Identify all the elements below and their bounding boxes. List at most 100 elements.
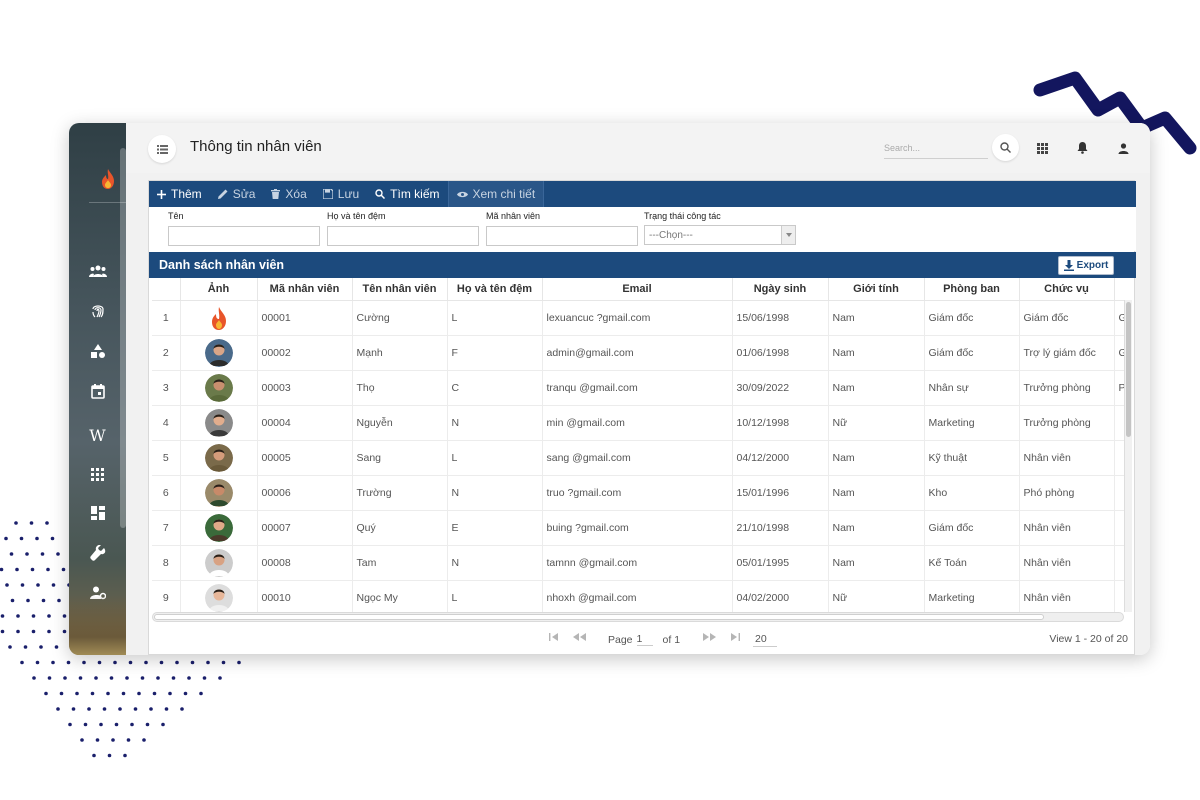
overflow-cell [1114, 405, 1124, 441]
sidebar-item-shapes[interactable] [69, 336, 126, 366]
table-row[interactable]: 6 00006 Trường Ntruo ?gmail.com 15/01/1996 Na… [152, 475, 1124, 511]
table-row[interactable]: 2 00002 Mạnh Fadmin@gmail.com 01/06/1998 Nam G… [152, 335, 1124, 371]
bell-icon [1077, 142, 1087, 154]
column-header[interactable]: Email [542, 278, 733, 301]
last-name-field[interactable] [327, 225, 479, 246]
page-number-input[interactable] [636, 633, 653, 646]
birth-date-cell: 10/12/1998 [732, 405, 829, 441]
table-header-row: Ảnh Mã nhân viên Tên nhân viên Họ và tên đệ… [152, 278, 1124, 301]
shapes-icon [90, 344, 105, 358]
department-cell: Giám đốc [924, 300, 1020, 336]
employee-photo [204, 513, 233, 542]
position-cell: Nhân viên [1019, 580, 1115, 612]
column-header[interactable]: Chức vụ [1019, 278, 1115, 301]
employee-name-cell: Mạnh [352, 335, 448, 371]
table-horizontal-scrollbar[interactable] [152, 612, 1124, 622]
edit-label: Sửa [232, 187, 256, 201]
export-button[interactable]: Export [1058, 256, 1114, 275]
search-input[interactable] [884, 137, 988, 159]
column-header[interactable]: Ngày sinh [732, 278, 829, 301]
rows-per-page[interactable]: 20 [753, 633, 777, 647]
next-page-button[interactable] [703, 633, 716, 641]
table-vertical-scrollbar[interactable] [1124, 300, 1132, 612]
column-header[interactable]: Tên nhân viên [352, 278, 448, 301]
filter-status: Trạng thái công tác ---Chọn--- [644, 211, 796, 245]
search-toolbar-button[interactable]: Tìm kiếm [367, 181, 447, 207]
search-label: Tìm kiếm [390, 187, 440, 201]
chevron-down-icon [785, 233, 792, 237]
apps-grid-button[interactable] [1032, 138, 1052, 158]
gender-cell: Nam [828, 440, 925, 476]
view-detail-button[interactable]: Xem chi tiết [447, 181, 545, 207]
employee-photo [204, 408, 233, 437]
sidebar-item-calendar[interactable] [69, 376, 126, 406]
search-button[interactable] [992, 134, 1019, 161]
column-header[interactable]: Họ và tên đệm [447, 278, 543, 301]
middle-name-cell: E [447, 510, 543, 546]
sidebar-item-apps[interactable] [69, 459, 126, 489]
dropdown-arrow [781, 226, 795, 244]
filter-employee-id: Mã nhân viên [486, 211, 638, 246]
vertical-scroll-thumb[interactable] [1126, 302, 1131, 437]
first-page-icon [549, 633, 558, 641]
top-bar: Thông tin nhân viên [126, 123, 1150, 173]
save-button[interactable]: Lưu [315, 181, 367, 207]
email-cell: tranqu @gmail.com [542, 370, 733, 406]
column-header[interactable]: Mã nhân viên [257, 278, 353, 301]
app-logo[interactable] [89, 155, 126, 203]
company-logo-icon [211, 306, 226, 330]
employee-name-cell: Quý [352, 510, 448, 546]
horizontal-scroll-thumb[interactable] [154, 614, 1044, 620]
previous-page-button[interactable] [573, 633, 586, 641]
department-cell: Marketing [924, 405, 1020, 441]
email-cell: nhoxh @gmail.com [542, 580, 733, 612]
overflow-cell: G [1114, 300, 1124, 336]
sidebar-item-fingerprint[interactable] [69, 296, 126, 326]
wordpress-icon: W [89, 425, 106, 445]
column-header[interactable]: Ảnh [180, 278, 258, 301]
delete-label: Xóa [285, 187, 307, 201]
table-row[interactable]: 7 00007 Quý Ebuing ?gmail.com 21/10/1998 Nam G… [152, 510, 1124, 546]
table-row[interactable]: 4 00004 Nguyễn Nmin @gmail.com 10/12/1998 Nữ M… [152, 405, 1124, 441]
menu-toggle-button[interactable] [148, 135, 176, 163]
column-header[interactable]: Phòng ban [924, 278, 1020, 301]
column-header[interactable] [1114, 278, 1124, 301]
record-count: View 1 - 20 of 20 [1049, 633, 1128, 645]
edit-button[interactable]: Sửa [210, 181, 264, 207]
first-page-button[interactable] [549, 633, 558, 641]
status-select[interactable]: ---Chọn--- [644, 225, 796, 245]
table-row[interactable]: 1 00001 Cường Llexuancuc ?gmail.com 15/06/19… [152, 300, 1124, 336]
middle-name-cell: F [447, 335, 543, 371]
employee-photo-cell [180, 335, 258, 371]
notifications-button[interactable] [1072, 138, 1092, 158]
add-button[interactable]: Thêm [149, 181, 210, 207]
column-header[interactable]: Giới tính [828, 278, 925, 301]
table-row[interactable]: 8 00008 Tam Ntamnn @gmail.com 05/01/1995 Nam K… [152, 545, 1124, 581]
next-page-icon [703, 633, 716, 641]
sidebar-item-dashboard[interactable] [69, 498, 126, 528]
employee-id-cell: 00001 [257, 300, 353, 336]
employee-photo-cell [180, 300, 258, 336]
employee-photo-cell [180, 510, 258, 546]
pagination-bar: Page of 1 20 View 1 - 20 of 20 [149, 625, 1136, 653]
birth-date-cell: 15/06/1998 [732, 300, 829, 336]
previous-page-icon [573, 633, 586, 641]
table-row[interactable]: 9 00010 Ngọc My Lnhoxh @gmail.com 04/02/2000… [152, 580, 1124, 612]
flame-logo-icon [101, 168, 114, 189]
sidebar-item-users[interactable] [69, 256, 126, 286]
sidebar-item-wordpress[interactable]: W [69, 420, 126, 450]
column-header[interactable] [152, 278, 181, 301]
sidebar-item-tools[interactable] [69, 538, 126, 568]
delete-button[interactable]: Xóa [263, 181, 314, 207]
employee-name-cell: Trường [352, 475, 448, 511]
add-label: Thêm [171, 187, 202, 201]
table-row[interactable]: 3 00003 Thọ Ctranqu @gmail.com 30/09/2022 Nam… [152, 370, 1124, 406]
first-name-field[interactable] [168, 225, 320, 246]
employee-id-field[interactable] [486, 225, 638, 246]
table-row[interactable]: 5 00005 Sang Lsang @gmail.com 04/12/2000 Nam K… [152, 440, 1124, 476]
position-cell: Nhân viên [1019, 510, 1115, 546]
user-account-button[interactable] [1113, 138, 1133, 158]
position-cell: Giám đốc [1019, 300, 1115, 336]
first-name-label: Tên [168, 211, 184, 221]
last-page-button[interactable] [731, 633, 740, 641]
